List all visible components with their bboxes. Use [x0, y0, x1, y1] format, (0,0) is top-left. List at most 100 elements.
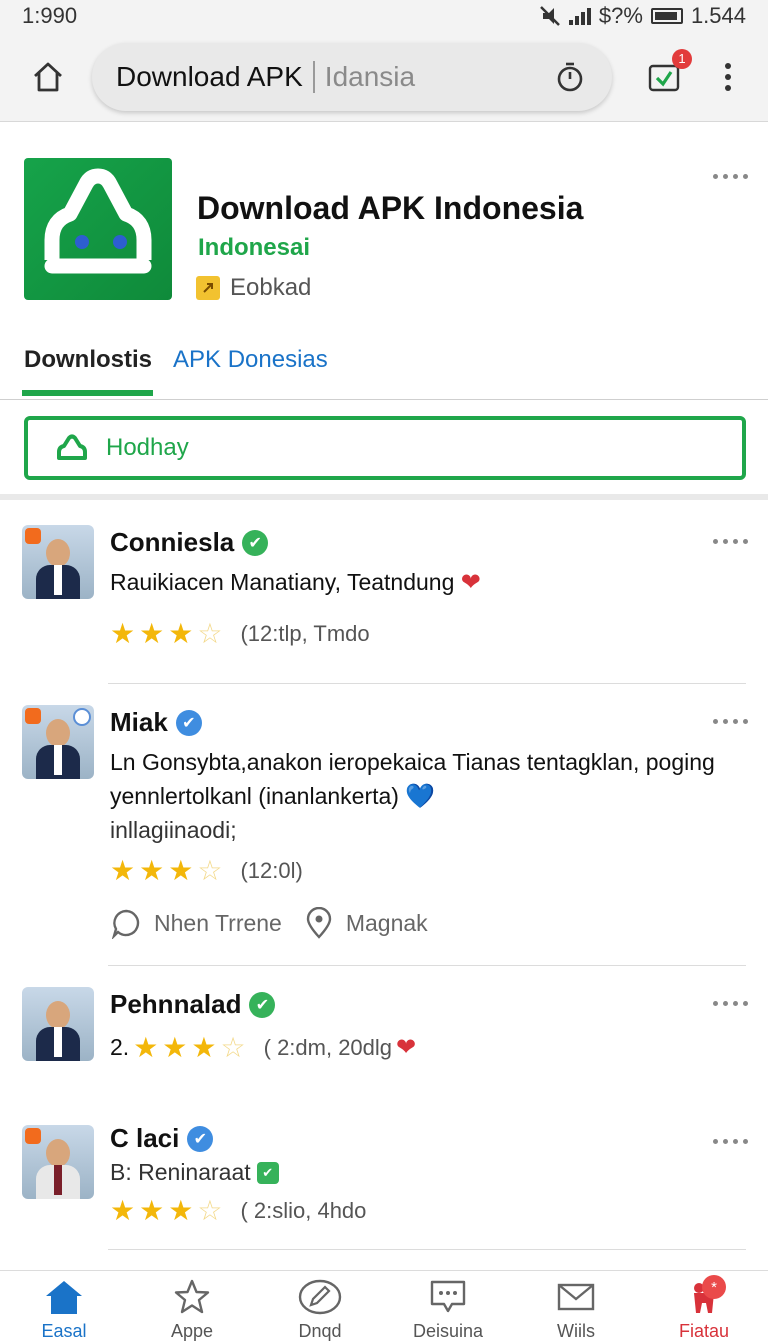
nav-edit-label: Dnqd: [298, 1321, 342, 1341]
review-more-button[interactable]: [713, 1139, 748, 1144]
bottom-navigation: Easal Appe Dnqd Deisuina Wiils * Fiatau: [0, 1270, 768, 1344]
heart-icon: ❤: [460, 569, 481, 596]
half-star-icon: ☆: [220, 1031, 246, 1063]
review-more-button[interactable]: [713, 1001, 748, 1006]
avatar[interactable]: [22, 1125, 94, 1199]
avatar[interactable]: [22, 987, 94, 1061]
verified-icon: ✔: [242, 529, 269, 556]
filter-label: Hodhay: [106, 434, 189, 461]
heart-icon: ❤: [396, 1034, 417, 1061]
review-more-button[interactable]: [713, 539, 748, 544]
reply-label: Nhen Trrene: [154, 909, 282, 936]
reviewer-name: Pehnnalad: [110, 989, 242, 1019]
star-icon: ★: [168, 618, 194, 649]
extension-button[interactable]: 1: [642, 48, 692, 99]
status-icons: $?% 1.544: [539, 3, 746, 29]
star-icon: ★: [139, 618, 165, 649]
location-icon: [306, 907, 332, 939]
rating-row: ★ ★ ★ ☆ ( 2:slio, 4hdo: [110, 1197, 366, 1225]
chat-icon: [430, 1280, 466, 1313]
status-time: 1:990: [22, 3, 78, 28]
divider: [108, 683, 746, 684]
review-actions: Nhen Trrene Magnak: [110, 907, 434, 939]
filter-section: Hodhay: [0, 400, 768, 500]
app-logo-icon: [44, 168, 152, 274]
category-icon: [196, 276, 220, 300]
review-subtitle: B: Reninaraat: [110, 1159, 251, 1185]
reviewer-name: C laci: [110, 1123, 180, 1153]
star-icon: ★: [162, 1031, 188, 1063]
review-text-continued: inllagiinaodi;: [110, 817, 237, 843]
star-icon: ★: [139, 855, 165, 886]
app-developer-link[interactable]: Indonesai: [198, 234, 310, 262]
star-icon: ★: [133, 1031, 159, 1063]
nav-mail[interactable]: Wiils: [512, 1271, 640, 1344]
overflow-menu-button[interactable]: [718, 57, 738, 97]
rating-row: ★ ★ ★ ☆ (12:0l): [110, 857, 303, 885]
half-star-icon: ☆: [197, 1195, 223, 1226]
signal-icon: [568, 7, 591, 25]
rating-prefix: 2.: [110, 1034, 130, 1060]
tab-apk[interactable]: APK Donesias: [173, 346, 328, 374]
badge-icon: ✔: [256, 1161, 279, 1184]
star-icon: ★: [110, 618, 136, 649]
reviewer-name: Conniesla: [110, 527, 235, 557]
url-suffix: Idansia: [324, 60, 416, 92]
timer-button[interactable]: [552, 59, 588, 95]
avatar[interactable]: [22, 705, 94, 779]
status-right-text: $?%: [598, 3, 643, 28]
battery-icon: [650, 8, 683, 24]
app-header: Download APK Indonesia Indonesai Eobkad: [0, 140, 768, 315]
app-category-label: Eobkad: [230, 274, 312, 301]
nav-edit[interactable]: Dnqd: [256, 1271, 384, 1344]
verified-icon: ✔: [249, 991, 276, 1018]
star-icon: ★: [110, 855, 136, 886]
nav-apps[interactable]: Appe: [128, 1271, 256, 1344]
home-button[interactable]: [18, 47, 78, 107]
app-more-button[interactable]: [713, 174, 748, 179]
url-bar[interactable]: Download APK Idansia: [92, 42, 612, 111]
avatar[interactable]: [22, 525, 94, 599]
reply-button[interactable]: Nhen Trrene: [110, 907, 282, 939]
review-more-button[interactable]: [713, 719, 748, 724]
timer-icon: [557, 62, 583, 91]
star-icon: ★: [110, 1195, 136, 1226]
divider: [108, 1249, 746, 1250]
heart-icon: 💙: [405, 783, 436, 810]
review-text-row: Rauikiacen Manatiany, Teatndung ❤: [110, 565, 730, 600]
star-icon: ★: [139, 1195, 165, 1226]
app-category: Eobkad: [196, 274, 311, 302]
tab-downloads[interactable]: Downlostis: [24, 346, 152, 374]
nav-home-label: Easal: [41, 1321, 87, 1341]
edit-icon: [298, 1279, 342, 1315]
nav-home[interactable]: Easal: [0, 1271, 128, 1344]
review-subtitle-row: B: Reninaraat ✔: [110, 1159, 279, 1186]
location-label: Magnak: [345, 909, 428, 936]
menu-dot-icon: [725, 73, 731, 80]
filter-button[interactable]: Hodhay: [24, 416, 746, 480]
nav-gift-label: Fiatau: [678, 1321, 730, 1341]
url-text: Download APK: [116, 60, 303, 92]
reviewer-name-row: Pehnnalad ✔: [110, 989, 276, 1020]
nav-gift[interactable]: * Fiatau: [640, 1271, 768, 1344]
nav-gift-badge: *: [702, 1275, 726, 1299]
review-meta: (12:tlp, Tmdo: [240, 621, 370, 646]
star-icon: ★: [191, 1031, 217, 1063]
verified-icon: ✔: [175, 709, 202, 736]
verified-icon: ✔: [187, 1125, 214, 1152]
reviewer-name-row: C laci ✔: [110, 1123, 214, 1154]
review-meta: (12:0l): [240, 858, 303, 883]
divider: [108, 965, 746, 966]
app-title: Download APK Indonesia: [197, 190, 584, 226]
review-text-row: Ln Gonsybta,anakon ieropekaica Tianas te…: [110, 745, 730, 814]
rating-row: 2. ★ ★ ★ ☆ ( 2:dm, 20dlg ❤: [110, 1033, 416, 1062]
url-cursor: [312, 60, 315, 93]
review-meta: ( 2:dm, 20dlg: [263, 1034, 393, 1060]
location-button[interactable]: Magnak: [304, 907, 428, 939]
nav-chat-label: Deisuina: [412, 1321, 484, 1341]
nav-chat[interactable]: Deisuina: [384, 1271, 512, 1344]
reviewer-name: Miak: [110, 707, 168, 737]
extension-badge: 1: [672, 48, 692, 69]
comment-icon: [111, 909, 140, 939]
nav-apps-label: Appe: [170, 1321, 214, 1341]
